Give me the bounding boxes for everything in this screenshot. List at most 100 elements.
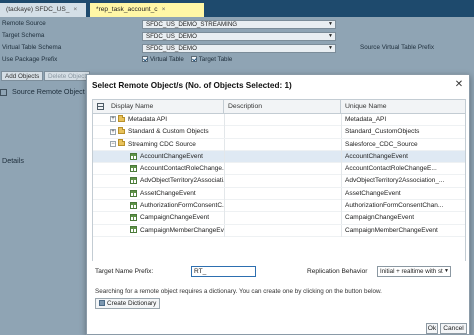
table-row[interactable]: AuthorizationFormConsentC... Authorizatio… xyxy=(93,200,465,213)
target-table-checkbox[interactable] xyxy=(190,56,197,63)
unique-name-cell: AccountContactRoleChangeE... xyxy=(341,163,465,176)
folder-icon xyxy=(118,127,125,135)
virtual-table-schema-label: Virtual Table Schema xyxy=(2,44,62,51)
display-name-text: Metadata API xyxy=(128,116,168,123)
display-name-text: Standard & Custom Objects xyxy=(128,128,209,136)
table-row[interactable]: AccountChangeEvent AccountChangeEvent xyxy=(93,150,465,164)
display-name-cell: + Metadata API xyxy=(93,114,224,126)
column-header-unique-name[interactable]: Unique Name xyxy=(341,100,465,114)
column-header-description[interactable]: Description xyxy=(224,100,341,114)
source-remote-object-header: Source Remote Object xyxy=(0,87,86,98)
unique-name-cell: AccountChangeEvent xyxy=(341,150,465,163)
source-virtual-table-prefix-label: Source Virtual Table Prefix xyxy=(360,44,434,51)
create-dictionary-label: Create Dictionary xyxy=(107,300,157,307)
grid-rows: + Metadata API Metadata_API + Standard & Cus… xyxy=(93,114,465,237)
expand-icon[interactable]: + xyxy=(110,116,116,123)
unique-name-cell: CampaignChangeEvent xyxy=(341,212,465,225)
tab-replication-task[interactable]: *rep_task_account_c × xyxy=(90,3,204,17)
description-cell xyxy=(224,138,341,151)
grid-header: Display Name Description Unique Name xyxy=(93,100,465,114)
details-section-title: Details xyxy=(2,156,24,165)
use-package-prefix-label: Use Package Prefix xyxy=(2,56,58,63)
cancel-button[interactable]: Cancel xyxy=(440,323,467,334)
unique-name-cell: Metadata_API xyxy=(341,114,465,126)
folder-icon xyxy=(118,139,125,147)
target-name-prefix-label: Target Name Prefix: xyxy=(95,268,154,275)
target-schema-select[interactable]: SFDC_US_DEMO ▼ xyxy=(142,32,336,41)
target-name-prefix-input[interactable]: RT_ xyxy=(191,266,256,277)
chevron-down-icon: ▼ xyxy=(443,267,449,276)
display-name-cell: + Standard & Custom Objects xyxy=(93,126,224,138)
virtual-table-schema-select[interactable]: SFDC_US_DEMO ▼ xyxy=(142,44,336,53)
dictionary-icon xyxy=(99,300,105,307)
display-name-text: AccountChangeEvent xyxy=(140,152,203,160)
table-row[interactable]: + Metadata API Metadata_API xyxy=(93,114,465,127)
folder-icon xyxy=(118,114,125,122)
description-cell xyxy=(224,114,341,126)
source-remote-object-label: Source Remote Object xyxy=(12,87,85,96)
tab-label: (tackaye) SFDC_US_ xyxy=(6,6,70,13)
dictionary-hint: Searching for a remote object requires a… xyxy=(95,288,382,295)
virtual-table-label: Virtual Table xyxy=(150,56,184,63)
dialog-title: Select Remote Object/s (No. of Objects S… xyxy=(92,81,292,90)
object-toolbar: Add Objects Delete Object xyxy=(0,70,100,82)
table-icon xyxy=(130,214,137,222)
display-name-cell: AssetChangeEvent xyxy=(93,188,224,200)
table-row[interactable]: AccountContactRoleChange... AccountContac… xyxy=(93,163,465,176)
display-name-text: CampaignChangeEvent xyxy=(140,214,210,222)
tab-remote-source[interactable]: (tackaye) SFDC_US_ × xyxy=(0,3,86,17)
display-name-cell: AccountContactRoleChange... xyxy=(93,163,224,175)
virtual-table-schema-row: Virtual Table Schema SFDC_US_DEMO ▼ xyxy=(0,43,340,53)
display-name-cell: CampaignChangeEvent xyxy=(93,212,224,224)
remote-source-row: Remote Source SFDC_US_DEMO_STREAMING ▼ xyxy=(0,19,340,29)
delete-objects-button[interactable]: Delete Object xyxy=(44,71,91,81)
unique-name-cell: AdvObjectTerritory2Association_... xyxy=(341,175,465,188)
description-cell xyxy=(224,163,341,176)
display-name-text: AdvObjectTerritory2Associati... xyxy=(140,177,224,185)
select-remote-objects-dialog: Select Remote Object/s (No. of Objects S… xyxy=(86,74,470,335)
display-name-cell: AccountChangeEvent xyxy=(93,151,224,163)
description-cell xyxy=(224,187,341,200)
column-header-display-name[interactable]: Display Name xyxy=(107,100,224,114)
unique-name-cell: AuthorizationFormConsentChan... xyxy=(341,200,465,213)
description-cell xyxy=(224,200,341,213)
table-icon xyxy=(130,189,137,197)
table-icon xyxy=(130,164,137,172)
display-name-text: Streaming CDC Source xyxy=(128,140,196,148)
target-schema-value: SFDC_US_DEMO xyxy=(146,33,197,40)
display-name-text: AssetChangeEvent xyxy=(140,189,196,197)
table-row[interactable]: AssetChangeEvent AssetChangeEvent xyxy=(93,187,465,201)
remote-source-select[interactable]: SFDC_US_DEMO_STREAMING ▼ xyxy=(142,20,336,29)
close-icon[interactable]: × xyxy=(73,6,77,13)
replication-behavior-select[interactable]: Initial + realtime with st ▼ xyxy=(377,266,451,277)
table-row[interactable]: − Streaming CDC Source Salesforce_CDC_Sour… xyxy=(93,138,465,151)
collapse-icon[interactable]: − xyxy=(110,140,116,147)
grid-settings-icon[interactable] xyxy=(97,103,104,110)
table-row[interactable]: CampaignMemberChangeEv... CampaignMemberC… xyxy=(93,224,465,237)
close-icon[interactable]: × xyxy=(162,6,166,13)
grid-settings-icon[interactable] xyxy=(0,88,7,96)
display-name-cell: AuthorizationFormConsentC... xyxy=(93,200,224,212)
remote-source-value: SFDC_US_DEMO_STREAMING xyxy=(146,21,238,28)
replication-behavior-value: Initial + realtime with st xyxy=(380,268,443,275)
table-row[interactable]: CampaignChangeEvent CampaignChangeEvent xyxy=(93,212,465,225)
virtual-table-checkbox[interactable] xyxy=(142,56,148,63)
unique-name-cell: CampaignMemberChangeEvent xyxy=(341,224,465,237)
display-name-cell: AdvObjectTerritory2Associati... xyxy=(93,175,224,187)
description-cell xyxy=(224,126,341,139)
table-row[interactable]: + Standard & Custom Objects Standard_Custo… xyxy=(93,126,465,139)
table-icon xyxy=(130,152,137,160)
chevron-down-icon: ▼ xyxy=(328,21,333,27)
table-icon xyxy=(130,177,137,185)
remote-source-label: Remote Source xyxy=(2,20,46,27)
close-icon[interactable]: ✕ xyxy=(453,79,465,91)
ok-button[interactable]: Ok xyxy=(426,323,438,334)
expand-icon[interactable]: + xyxy=(110,128,116,135)
display-name-text: CampaignMemberChangeEv... xyxy=(140,226,224,234)
create-dictionary-button[interactable]: Create Dictionary xyxy=(95,298,161,309)
table-row[interactable]: AdvObjectTerritory2Associati... AdvObject… xyxy=(93,175,465,188)
add-objects-button[interactable]: Add Objects xyxy=(1,71,44,81)
unique-name-cell: Standard_CustomObjects xyxy=(341,126,465,139)
unique-name-cell: AssetChangeEvent xyxy=(341,187,465,200)
replication-behavior-label: Replication Behavior xyxy=(307,268,368,275)
